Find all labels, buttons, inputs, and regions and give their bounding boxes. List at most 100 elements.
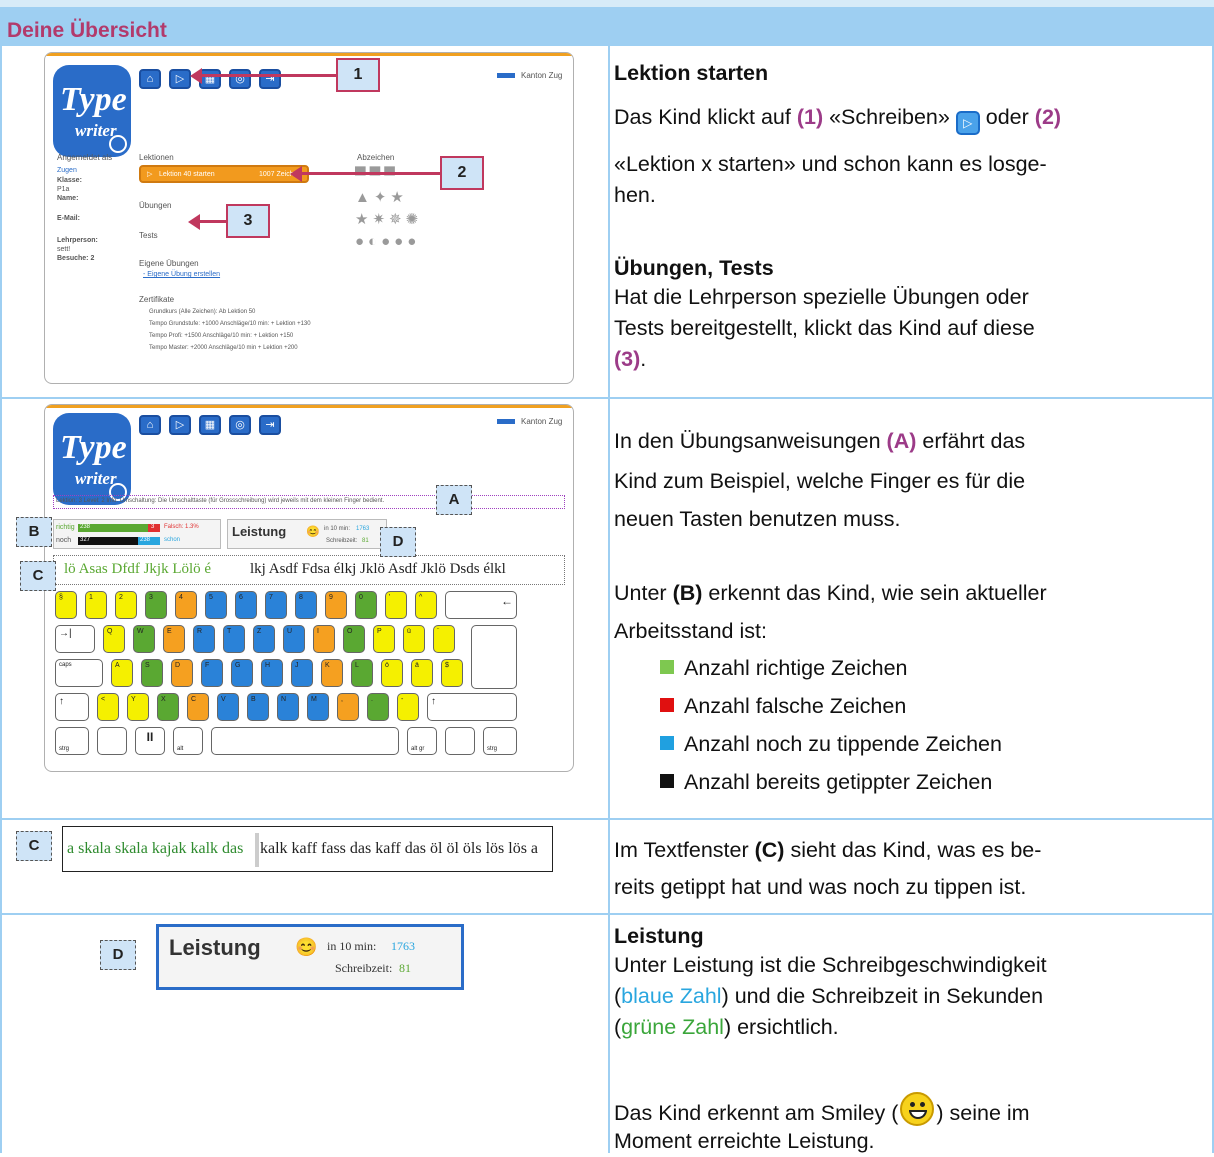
key[interactable]: I xyxy=(313,625,335,653)
key[interactable]: O xyxy=(343,625,365,653)
eigene-link[interactable]: - Eigene Übung erstellen xyxy=(143,271,220,278)
key[interactable]: ¨ xyxy=(433,625,455,653)
label-B: B xyxy=(16,517,52,547)
catalog-toolbar-icon[interactable]: ▦ xyxy=(199,69,221,89)
help-toolbar-icon[interactable]: ◎ xyxy=(229,415,251,435)
ctrl-key[interactable]: strg xyxy=(483,727,517,755)
key[interactable]: W xyxy=(133,625,155,653)
paragraph-line: (blaue Zahl) und die Schreibzeit in Seku… xyxy=(614,984,1044,1008)
lektion-start-button[interactable]: ▷ Lektion 40 starten 1007 Zeichen xyxy=(139,165,309,183)
key[interactable] xyxy=(445,727,475,755)
ctrl-key[interactable]: strg xyxy=(55,727,89,755)
key[interactable]: U xyxy=(283,625,305,653)
key[interactable]: ö xyxy=(381,659,403,687)
paragraph-line: Hat die Lehrperson spezielle Übungen ode… xyxy=(614,285,1029,309)
uebungen-link[interactable]: Übungen xyxy=(139,201,171,210)
key[interactable] xyxy=(97,727,127,755)
info-bar: Lektion: 3 Level: 2 Info: Umschaltung: D… xyxy=(53,495,565,509)
key[interactable]: Q xyxy=(103,625,125,653)
label-D: D xyxy=(380,527,416,557)
catalog-toolbar-icon[interactable]: ▦ xyxy=(199,415,221,435)
key[interactable]: 2 xyxy=(115,591,137,619)
key[interactable]: 0 xyxy=(355,591,377,619)
key[interactable]: 1 xyxy=(85,591,107,619)
key[interactable]: ä xyxy=(411,659,433,687)
altgr-key[interactable]: alt gr xyxy=(407,727,437,755)
shift-key[interactable]: ↑ xyxy=(427,693,517,721)
label-C: C xyxy=(16,831,52,861)
write-button-icon: ▷ xyxy=(955,111,980,135)
caps-key[interactable]: caps xyxy=(55,659,103,687)
key[interactable]: L xyxy=(351,659,373,687)
key[interactable]: R xyxy=(193,625,215,653)
zertifikat-item[interactable]: Tempo Master: +2000 Anschläge/10 min + L… xyxy=(149,345,298,351)
overview-toolbar-icon[interactable]: ⌂ xyxy=(139,69,161,89)
key[interactable]: 7 xyxy=(265,591,287,619)
backspace-key[interactable]: ← xyxy=(445,591,517,619)
key[interactable]: 4 xyxy=(175,591,197,619)
noch-bar: 327 xyxy=(78,537,138,545)
key[interactable]: P xyxy=(373,625,395,653)
key[interactable]: Z xyxy=(253,625,275,653)
key[interactable]: . xyxy=(367,693,389,721)
key[interactable]: V xyxy=(217,693,239,721)
key[interactable]: $ xyxy=(441,659,463,687)
key[interactable]: 3 xyxy=(145,591,167,619)
flag-icon xyxy=(497,419,515,424)
key[interactable]: S xyxy=(141,659,163,687)
name-label: Name: xyxy=(57,195,79,202)
key[interactable]: 9 xyxy=(325,591,347,619)
key[interactable]: G xyxy=(231,659,253,687)
key[interactable]: 5 xyxy=(205,591,227,619)
space-key[interactable] xyxy=(211,727,399,755)
key[interactable]: D xyxy=(171,659,193,687)
write-toolbar-icon[interactable]: ▷ xyxy=(169,69,191,89)
key[interactable]: E xyxy=(163,625,185,653)
zertifikat-item[interactable]: Grundkurs (Alle Zeichen): Ab Lektion 50 xyxy=(149,309,255,315)
key[interactable]: ' xyxy=(385,591,407,619)
key[interactable]: N xyxy=(277,693,299,721)
zertifikat-item[interactable]: Tempo Profi: +1500 Anschläge/10 min: + L… xyxy=(149,333,293,339)
key[interactable]: B xyxy=(247,693,269,721)
zertifikat-item[interactable]: Tempo Grundstufe: +1000 Anschläge/10 min… xyxy=(149,321,311,327)
pause-key[interactable]: II xyxy=(135,727,165,755)
key[interactable]: - xyxy=(397,693,419,721)
arrow-head-icon xyxy=(190,68,202,84)
key[interactable]: F xyxy=(201,659,223,687)
key[interactable]: J xyxy=(291,659,313,687)
key[interactable]: < xyxy=(97,693,119,721)
lehrperson-value: sett! xyxy=(57,246,71,253)
callout-2: 2 xyxy=(440,156,484,190)
key[interactable]: Y xyxy=(127,693,149,721)
richtig-bar: 238 xyxy=(78,524,148,532)
key[interactable]: C xyxy=(187,693,209,721)
logout-toolbar-icon[interactable]: ⇥ xyxy=(259,415,281,435)
key[interactable]: A xyxy=(111,659,133,687)
tests-link[interactable]: Tests xyxy=(139,231,158,240)
key[interactable]: ü xyxy=(403,625,425,653)
key[interactable]: H xyxy=(261,659,283,687)
key[interactable]: K xyxy=(321,659,343,687)
tab-key[interactable]: →| xyxy=(55,625,95,653)
key[interactable]: 8 xyxy=(295,591,317,619)
key[interactable]: T xyxy=(223,625,245,653)
key[interactable]: § xyxy=(55,591,77,619)
smiley-icon xyxy=(900,1092,935,1126)
label-C: C xyxy=(20,561,56,591)
performance-box: Leistung 😊 in 10 min: 1763 Schreibzeit: … xyxy=(156,924,464,990)
key[interactable]: , xyxy=(337,693,359,721)
grid-line xyxy=(0,913,1214,915)
key[interactable]: M xyxy=(307,693,329,721)
enter-key[interactable] xyxy=(471,625,517,689)
overview-toolbar-icon[interactable]: ⌂ xyxy=(139,415,161,435)
write-toolbar-icon[interactable]: ▷ xyxy=(169,415,191,435)
label-A: A xyxy=(436,485,472,515)
user-link[interactable]: Zugen xyxy=(57,167,77,174)
key[interactable]: X xyxy=(157,693,179,721)
alt-key[interactable]: alt xyxy=(173,727,203,755)
key[interactable]: ^ xyxy=(415,591,437,619)
shift-key[interactable]: ↑ xyxy=(55,693,89,721)
help-toolbar-icon[interactable]: ◎ xyxy=(229,69,251,89)
key[interactable]: 6 xyxy=(235,591,257,619)
logout-toolbar-icon[interactable]: ⇥ xyxy=(259,69,281,89)
